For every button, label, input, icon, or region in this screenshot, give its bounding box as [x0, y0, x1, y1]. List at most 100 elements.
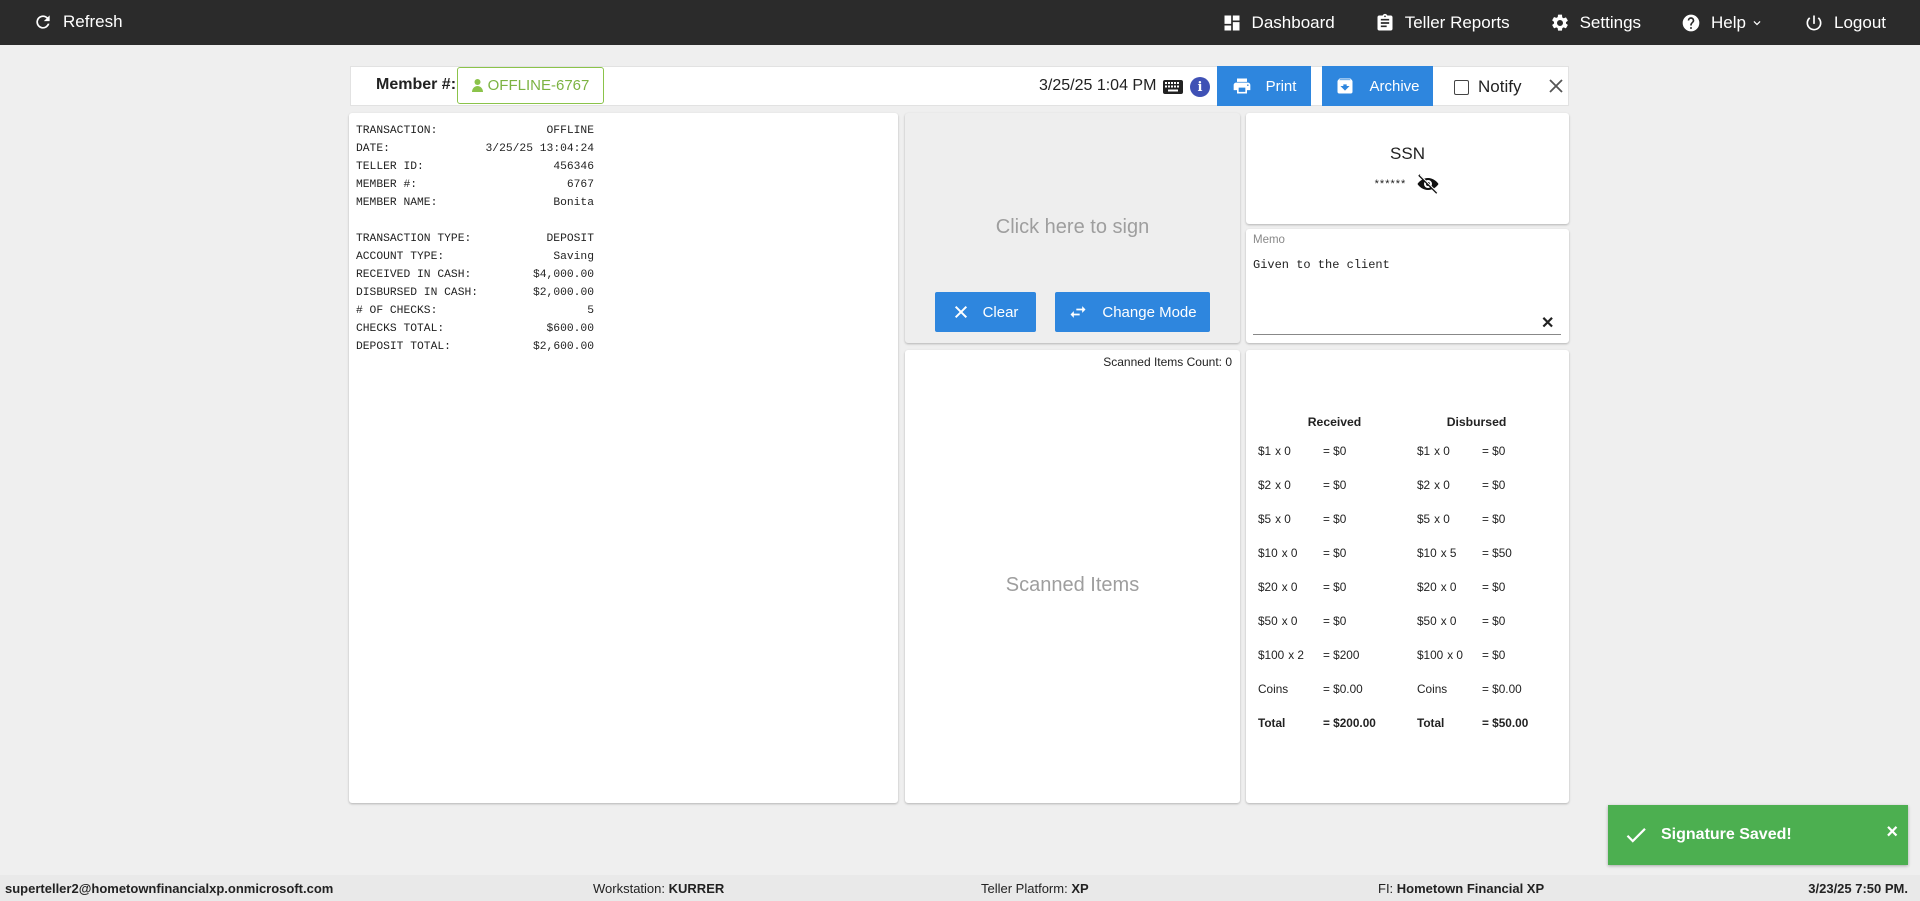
nav-teller-reports[interactable]: Teller Reports	[1375, 13, 1510, 33]
ssn-title: SSN	[1390, 144, 1425, 163]
memo-input[interactable]: Given to the client	[1253, 258, 1390, 272]
signature-placeholder[interactable]: Click here to sign	[905, 216, 1240, 239]
received-amount: = $0	[1323, 580, 1347, 594]
disbursed-denomination: $100	[1417, 648, 1444, 662]
disbursed-count[interactable]: x 0	[1441, 580, 1457, 594]
received-denomination: $100	[1258, 648, 1285, 662]
memo-panel[interactable]: Memo Given to the client ✕	[1246, 229, 1569, 343]
received-amount: = $0	[1323, 444, 1347, 458]
received-denomination-cell: $20 x 0	[1255, 570, 1320, 604]
refresh-label: Refresh	[63, 12, 123, 31]
denomination-row: Coins = $0.00 Coins = $0.00	[1255, 672, 1539, 706]
disbursed-count[interactable]: x 0	[1434, 444, 1450, 458]
close-icon[interactable]	[1546, 76, 1566, 96]
printer-icon	[1233, 78, 1250, 94]
power-icon	[1806, 15, 1822, 31]
archive-button[interactable]: Archive	[1322, 66, 1433, 106]
disbursed-denomination-cell: $1 x 0	[1414, 434, 1479, 468]
footer-workstation-value: KURRER	[668, 881, 725, 896]
received-count[interactable]: x 0	[1275, 512, 1291, 526]
footer-fi-value: Hometown Financial XP	[1396, 881, 1545, 896]
print-button[interactable]: Print	[1217, 66, 1311, 106]
scanned-items-panel: Scanned Items Count: 0 Scanned Items	[905, 350, 1240, 803]
receipt-key: CHECKS TOTAL:	[356, 323, 445, 335]
footer-platform-value: XP	[1071, 881, 1089, 896]
received-denomination-cell: $50 x 0	[1255, 604, 1320, 638]
member-number-chip[interactable]: OFFLINE-6767	[457, 67, 604, 104]
signature-pad[interactable]: Click here to sign Clear Change Mode	[905, 113, 1240, 343]
received-denomination-cell: $5 x 0	[1255, 502, 1320, 536]
received-amount: = $0.00	[1323, 682, 1363, 696]
info-icon[interactable]: i	[1190, 77, 1210, 97]
received-denomination: $1	[1258, 444, 1272, 458]
keyboard-icon[interactable]	[1163, 80, 1183, 94]
receipt-bottom-section: TRANSACTION TYPE: DEPOSIT ACCOUNT TYPE: Sav…	[356, 230, 891, 356]
dashboard-icon	[1224, 15, 1240, 30]
footer-user-email: superteller2@hometownfinancialxp.onmicro…	[5, 881, 334, 896]
denomination-row: $1 x 0 = $0 $1 x 0 = $0	[1255, 434, 1539, 468]
gear-icon	[1551, 14, 1568, 31]
disbursed-count[interactable]: x 0	[1441, 614, 1457, 628]
received-count[interactable]: x 0	[1282, 546, 1298, 560]
notify-checkbox[interactable]: Notify	[1454, 77, 1521, 97]
receipt-row: TRANSACTION: OFFLINE	[356, 122, 594, 140]
footer-user: superteller2@hometownfinancialxp.onmicro…	[5, 881, 333, 896]
disbursed-count[interactable]: x 0	[1434, 478, 1450, 492]
disbursed-amount: = $0	[1482, 580, 1506, 594]
checkbox-box[interactable]	[1454, 79, 1469, 95]
disbursed-denomination: $5	[1417, 512, 1431, 526]
nav-settings[interactable]: Settings	[1550, 13, 1641, 33]
clear-signature-button[interactable]: Clear	[935, 292, 1036, 332]
footer-datetime-value: 3/23/25 7:50 PM.	[1808, 881, 1908, 896]
receipt-row: DISBURSED IN CASH: $2,000.00	[356, 284, 594, 302]
receipt-key: TELLER ID:	[356, 161, 424, 173]
nav-dashboard-label: Dashboard	[1251, 12, 1335, 32]
receipt-key: RECEIVED IN CASH:	[356, 269, 472, 281]
received-count[interactable]: x 0	[1282, 580, 1298, 594]
clear-memo-icon[interactable]: ✕	[1541, 313, 1554, 333]
disbursed-total-amount: = $50.00	[1482, 716, 1529, 730]
disbursed-denomination-cell: $50 x 0	[1414, 604, 1479, 638]
receipt-row: TRANSACTION TYPE: DEPOSIT	[356, 230, 594, 248]
disbursed-denomination-cell: Coins	[1414, 672, 1479, 706]
memo-underline	[1253, 334, 1561, 335]
receipt-value: $600.00	[546, 323, 594, 335]
received-denomination-cell: $2 x 0	[1255, 468, 1320, 502]
received-header: Received	[1307, 415, 1362, 429]
disbursed-count[interactable]: x 5	[1441, 546, 1457, 560]
receipt-value: 3/25/25 13:04:24	[485, 143, 594, 155]
disbursed-denomination-cell: $2 x 0	[1414, 468, 1479, 502]
denomination-row: $5 x 0 = $0 $5 x 0 = $0	[1255, 502, 1539, 536]
receipt-row: MEMBER #: 6767	[356, 176, 594, 194]
disbursed-count[interactable]: x 0	[1434, 512, 1450, 526]
nav-help[interactable]: Help	[1681, 13, 1764, 33]
receipt-row: DATE: 3/25/25 13:04:24	[356, 140, 594, 158]
receipt-row: TELLER ID: 456346	[356, 158, 594, 176]
received-count[interactable]: x 0	[1275, 444, 1291, 458]
nav-dashboard[interactable]: Dashboard	[1222, 13, 1335, 33]
disbursed-count[interactable]: x 0	[1447, 648, 1463, 662]
received-total-amount: = $200.00	[1323, 716, 1376, 730]
received-count[interactable]: x 2	[1288, 648, 1304, 662]
refresh-button[interactable]: Refresh	[33, 12, 123, 32]
received-count[interactable]: x 0	[1275, 478, 1291, 492]
receipt-panel: TRANSACTION: OFFLINE DATE: 3/25/25 13:04:24…	[349, 113, 898, 803]
receipt-row: ACCOUNT TYPE: Saving	[356, 248, 594, 266]
denomination-row: $100 x 2 = $200 $100 x 0 = $0	[1255, 638, 1539, 672]
disbursed-denomination: $1	[1417, 444, 1431, 458]
eye-slash-icon[interactable]	[1416, 174, 1440, 194]
clipboard-icon	[1377, 13, 1393, 31]
scanned-items-placeholder: Scanned Items	[1005, 574, 1140, 596]
change-mode-button[interactable]: Change Mode	[1055, 292, 1210, 332]
toast-close-icon[interactable]: ×	[1886, 821, 1898, 844]
ssn-masked-value: ******	[1374, 178, 1407, 190]
footer-platform: Teller Platform: XP	[981, 881, 1089, 896]
received-count[interactable]: x 0	[1282, 614, 1298, 628]
nav-help-label: Help	[1711, 12, 1746, 32]
archive-label: Archive	[1369, 77, 1420, 95]
refresh-icon	[36, 15, 50, 29]
nav-logout[interactable]: Logout	[1804, 13, 1886, 33]
totals-row: Total = $200.00 Total = $50.00	[1255, 706, 1539, 740]
cash-breakdown-table: Received Disbursed $1 x 0 = $0 $1 x 0 = $0 $2 x…	[1255, 414, 1539, 740]
denomination-row: $20 x 0 = $0 $20 x 0 = $0	[1255, 570, 1539, 604]
